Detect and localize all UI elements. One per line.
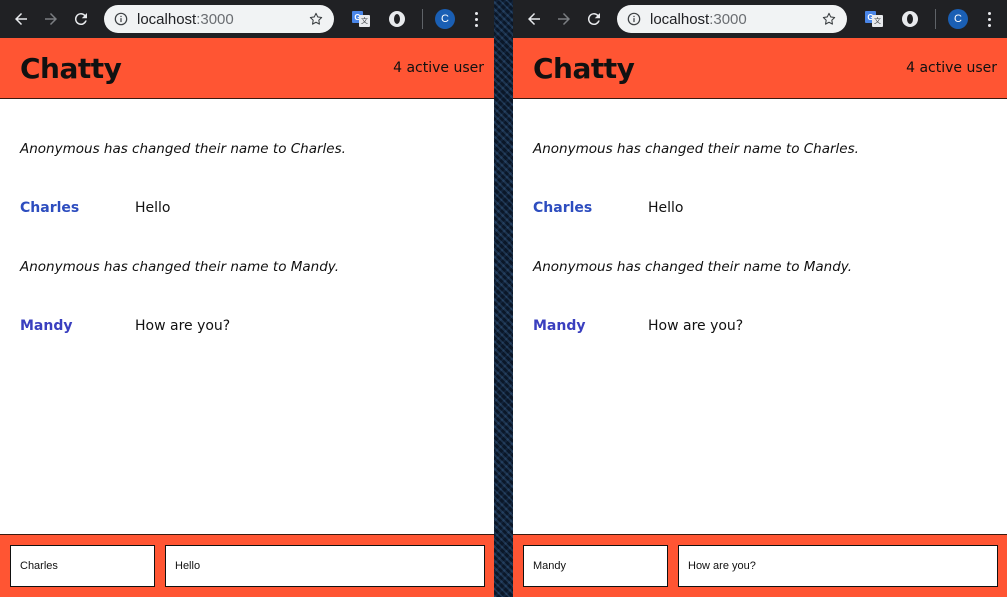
message-username: Mandy — [20, 317, 73, 334]
profile-avatar[interactable]: C — [948, 9, 968, 29]
star-icon[interactable] — [821, 11, 837, 27]
message-username: Charles — [20, 199, 80, 216]
chat-message: Charles Hello — [20, 178, 474, 237]
address-bar[interactable]: localhost:3000 — [104, 5, 334, 33]
system-message: Anonymous has changed their name to Char… — [20, 140, 346, 157]
active-user-count: 4 active user — [906, 60, 997, 76]
chat-message: Charles Hello — [533, 178, 987, 237]
extension-button[interactable] — [386, 8, 408, 30]
desktop-background — [494, 0, 513, 597]
url-text: localhost:3000 — [137, 10, 234, 28]
url-text: localhost:3000 — [650, 10, 747, 28]
chat-message: Mandy How are you? — [20, 296, 474, 355]
toolbar-divider — [422, 9, 423, 29]
forward-arrow-icon — [45, 13, 57, 25]
app-header: Chatty 4 active user — [513, 38, 1007, 99]
browser-window-left: localhost:3000 G文 C Chatty 4 active user… — [0, 0, 494, 597]
chat-bar — [0, 534, 494, 597]
reload-button[interactable] — [68, 6, 94, 32]
menu-icon[interactable] — [982, 9, 996, 29]
translate-icon: G文 — [865, 11, 883, 27]
message-content: How are you? — [135, 317, 231, 334]
reload-icon — [74, 13, 87, 26]
extensions-area: G文 C — [350, 8, 483, 30]
extension-icon — [902, 11, 918, 27]
back-arrow-icon — [15, 13, 27, 25]
message-content: How are you? — [648, 317, 744, 334]
forward-button[interactable] — [551, 6, 577, 32]
username-input[interactable] — [523, 545, 668, 587]
app-header: Chatty 4 active user — [0, 38, 494, 99]
reload-icon — [587, 13, 600, 26]
system-message: Anonymous has changed their name to Char… — [533, 140, 859, 157]
browser-toolbar: localhost:3000 G文 C — [513, 0, 1007, 38]
back-button[interactable] — [8, 6, 34, 32]
message-input[interactable] — [165, 545, 485, 587]
profile-avatar[interactable]: C — [435, 9, 455, 29]
system-message: Anonymous has changed their name to Mand… — [20, 258, 340, 275]
message-input[interactable] — [678, 545, 998, 587]
browser-toolbar: localhost:3000 G文 C — [0, 0, 494, 38]
username-input[interactable] — [10, 545, 155, 587]
app-brand: Chatty — [533, 51, 635, 85]
message-username: Mandy — [533, 317, 586, 334]
translate-extension[interactable]: G文 — [863, 8, 885, 30]
message-list: Anonymous has changed their name to Char… — [513, 119, 1007, 355]
forward-button[interactable] — [38, 6, 64, 32]
menu-icon[interactable] — [469, 9, 483, 29]
chat-message: Mandy How are you? — [533, 296, 987, 355]
extension-button[interactable] — [899, 8, 921, 30]
back-button[interactable] — [521, 6, 547, 32]
chat-bar — [513, 534, 1007, 597]
message-list: Anonymous has changed their name to Char… — [0, 119, 494, 355]
translate-extension[interactable]: G文 — [350, 8, 372, 30]
reload-button[interactable] — [581, 6, 607, 32]
back-arrow-icon — [528, 13, 540, 25]
system-message: Anonymous has changed their name to Mand… — [533, 258, 853, 275]
extensions-area: G文 C — [863, 8, 996, 30]
address-bar[interactable]: localhost:3000 — [617, 5, 847, 33]
message-username: Charles — [533, 199, 593, 216]
info-icon[interactable] — [627, 12, 641, 26]
browser-window-right: localhost:3000 G文 C Chatty 4 active user… — [513, 0, 1007, 597]
translate-icon: G文 — [352, 11, 370, 27]
message-content: Hello — [135, 199, 171, 216]
message-content: Hello — [648, 199, 684, 216]
star-icon[interactable] — [308, 11, 324, 27]
active-user-count: 4 active user — [393, 60, 484, 76]
forward-arrow-icon — [558, 13, 570, 25]
info-icon[interactable] — [114, 12, 128, 26]
app-brand: Chatty — [20, 51, 122, 85]
toolbar-divider — [935, 9, 936, 29]
extension-icon — [389, 11, 405, 27]
